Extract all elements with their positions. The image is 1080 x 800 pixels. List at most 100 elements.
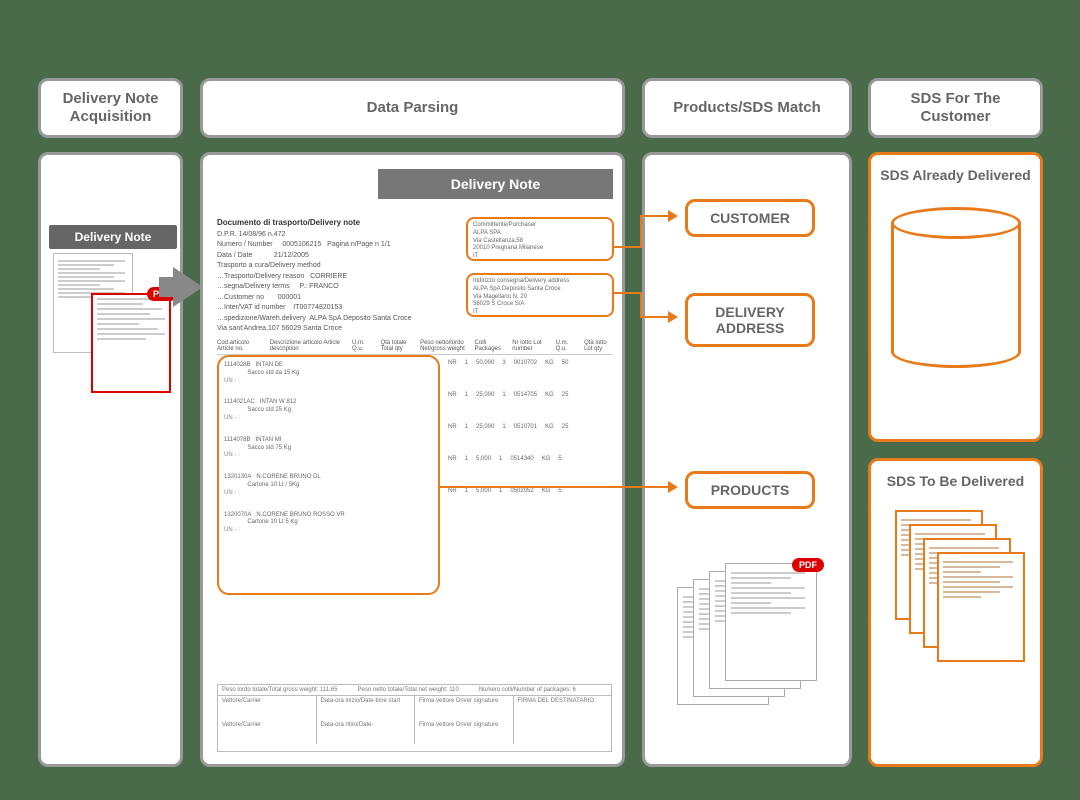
f-vat-val: IT00774820153 (293, 304, 342, 311)
header-acquisition: Delivery Note Acquisition (38, 78, 183, 138)
note-title-bar: Delivery Note (378, 169, 613, 199)
d2-u2: KG (545, 424, 554, 430)
panel-sds-tobe: SDS To Be Delivered (868, 458, 1043, 767)
purchaser-l3: IT (473, 253, 607, 261)
products-highlight: 1114028B INTAN DE Sacco std da 15 Kg UN … (217, 355, 440, 595)
d2-w: 25,000 (476, 424, 494, 430)
it2-code: 1114078B (224, 437, 250, 443)
it3-un: UN - : (224, 490, 240, 496)
panel-acquisition: Delivery Note PDF (38, 152, 183, 767)
d4-l: 0502052 (510, 488, 533, 494)
d4-lq: 5 (558, 488, 561, 494)
d2-p: 1 (502, 424, 505, 430)
f-page: Pagina n/Page n 1/1 (327, 241, 390, 248)
d0-um: NR (448, 360, 457, 366)
d1-u2: KG (545, 392, 554, 398)
it2-desc: INTAN MI (256, 437, 282, 443)
ft-sigdrv2: Firma vettore Driver signature (415, 720, 514, 744)
d4-um: NR (448, 488, 457, 494)
d0-l: 0010702 (514, 360, 537, 366)
d1-p: 1 (502, 392, 505, 398)
d4-u2: KG (542, 488, 551, 494)
th-3: Qtà totale Total qty (380, 340, 412, 352)
item-table-header: Cod.articolo Article no. Descrizione art… (217, 340, 612, 355)
d2-q: 1 (465, 424, 468, 430)
address-highlight: Indirizzo consegna/Delivery address ALPA… (466, 273, 614, 317)
purchaser-highlight: Committente/Purchaser ALPA SPA Via Caste… (466, 217, 614, 261)
th-0: Cod.articolo Article no. (217, 340, 262, 352)
d0-p: 3 (502, 360, 505, 366)
d0-u2: KG (545, 360, 554, 366)
panel-match: CUSTOMER DELIVERY ADDRESS PRODUCTS PDF (642, 152, 852, 767)
it1-code: 1114021AC (224, 399, 255, 405)
ft-sigdrv1: Firma vettore Driver signature (415, 696, 514, 720)
it1-desc: INTAN W 812 (260, 399, 297, 405)
d1-lq: 25 (562, 392, 569, 398)
f-terms-val: P.: FRANCO (299, 283, 338, 290)
d2-l: 0510701 (514, 424, 537, 430)
d1-q: 1 (465, 392, 468, 398)
ft-net: Peso netto totale/Total net weight: 110 (358, 687, 459, 693)
item-row: 1114028B INTAN DE Sacco std da 15 Kg UN … (224, 362, 433, 385)
item-data-column: NR150,00030010702KG50 NR125,00010514705K… (448, 360, 616, 520)
d3-u2: KG (542, 456, 551, 462)
it4-code: 1320070A (224, 512, 251, 518)
header-parsing: Data Parsing (200, 78, 625, 138)
f-number-val: 0005106215 (282, 241, 321, 248)
address-label: Indirizzo consegna/Delivery address (473, 278, 607, 286)
th-1: Descrizione articolo Article description (270, 340, 344, 352)
it0-code: 1114028B (224, 362, 250, 368)
d1-um: NR (448, 392, 457, 398)
ft-dtend: Data-ora ritiro/Date- (317, 720, 416, 744)
d4-w: 5,000 (476, 488, 491, 494)
match-customer: CUSTOMER (685, 199, 815, 237)
header-match: Products/SDS Match (642, 78, 852, 138)
d1-l: 0514705 (514, 392, 537, 398)
it0-desc: INTAN DE (256, 362, 284, 368)
d0-w: 50,000 (476, 360, 494, 366)
th-4: Peso netto/lordo Net/gross weight (420, 340, 466, 352)
d1-w: 25,000 (476, 392, 494, 398)
arrow-acquisition-to-parsing-icon (173, 267, 203, 307)
f-method-val: CORRIERE (310, 273, 347, 280)
sds-tobe-title: SDS To Be Delivered (871, 461, 1040, 498)
it3-desc: N.CORENE BRUNO DL (256, 474, 320, 480)
f-date-lbl: Data / Date (217, 252, 252, 259)
sds-doc-icon (937, 552, 1025, 662)
match-delivery-address: DELIVERY ADDRESS (685, 293, 815, 347)
purchaser-l2: 20010 Pregnana Milanese (473, 245, 607, 253)
note-header-block: Documento di trasporto/Delivery note D.P… (217, 217, 437, 335)
th-8: Qtà lotto Lot qty (584, 340, 612, 352)
panel-sds-delivered: SDS Already Delivered (868, 152, 1043, 442)
it0-sub: Sacco std da 15 Kg (247, 370, 299, 376)
panel-parsing: Delivery Note Documento di trasporto/Del… (200, 152, 625, 767)
it4-desc: N.CORENE BRUNO ROSSO VR (256, 512, 344, 518)
purchaser-label: Committente/Purchaser (473, 222, 607, 230)
delivery-note-label: Delivery Note (49, 225, 177, 249)
th-6: Nr lotto Lot number (512, 340, 547, 352)
note-doc-sub: D.P.R. 14/08/96 n.472 (217, 231, 285, 238)
address-l0: ALPA SpA Deposito Santa Croce (473, 286, 607, 294)
ft-sigdest: FIRMA DEL DESTINATARIO (514, 696, 612, 720)
ft-gross: Peso lordo totale/Total gross weight: 11… (222, 687, 338, 693)
ft-pkg: Numero colli/Number of packages: 6 (479, 687, 576, 693)
header-customer-sds: SDS For The Customer (868, 78, 1043, 138)
d0-q: 1 (465, 360, 468, 366)
f-method-lbl: Trasporto a cura/Delivery method (217, 262, 321, 269)
address-l3: IT (473, 309, 607, 317)
f-wareh-lbl: …spedizione/Wareh.delivery (217, 315, 306, 322)
f-reason-lbl: …Trasporto/Delivery reason (217, 273, 304, 280)
f-date-val: 21/12/2005 (274, 252, 309, 259)
database-icon (891, 207, 1021, 372)
item-row: 1320070A N.CORENE BRUNO ROSSO VR Cartone… (224, 512, 433, 535)
ft-empty (514, 720, 612, 744)
match-products: PRODUCTS (685, 471, 815, 509)
f-custno-val: 000001 (278, 294, 301, 301)
ft-dtstart: Data-ora inizio/Date-time start (317, 696, 416, 720)
item-row: 1114078B INTAN MI Sacco std 75 Kg UN - : (224, 437, 433, 460)
address-l1: Via Magellano N. 20 (473, 294, 607, 302)
f-number-lbl: Numero / Number (217, 241, 273, 248)
item-row: 1320130A N.CORENE BRUNO DL Cartone 10 Lt… (224, 474, 433, 497)
pdf-badge: PDF (792, 558, 824, 572)
d3-q: 1 (465, 456, 468, 462)
